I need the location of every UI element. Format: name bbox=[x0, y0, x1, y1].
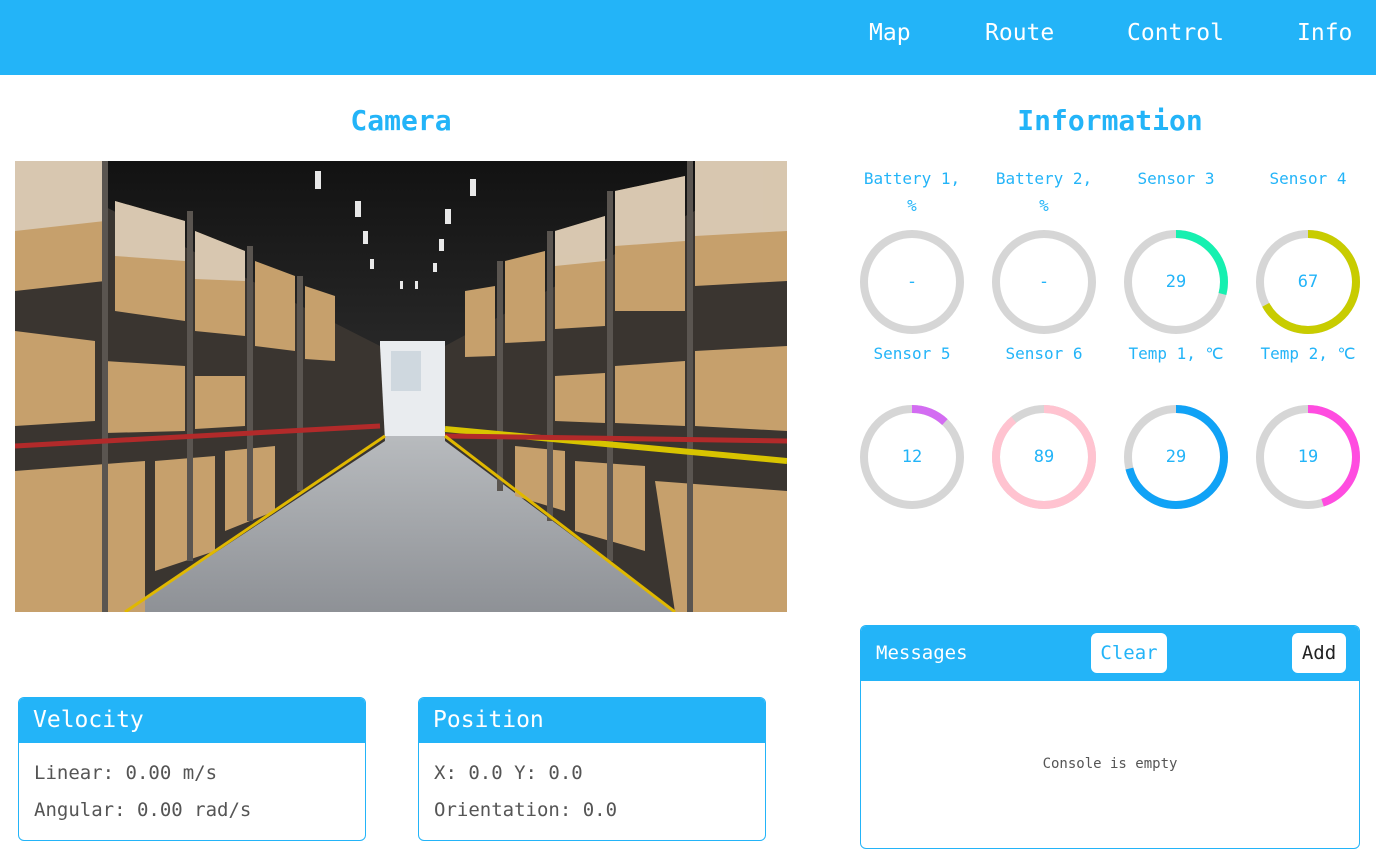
gauge-label: Battery 2,% bbox=[984, 165, 1104, 219]
nav-link-route[interactable]: Route bbox=[985, 18, 1054, 48]
gauge-label-line1: Battery 2, bbox=[995, 169, 1093, 188]
gauge: 89 bbox=[989, 402, 1099, 512]
gauge-label-line1: Temp 1, ℃ bbox=[1128, 344, 1224, 363]
gauge-label-line1: Sensor 5 bbox=[873, 344, 951, 363]
gauge-label-line2: % bbox=[907, 196, 917, 215]
messages-title: Messages bbox=[876, 642, 968, 664]
gauge-value: 19 bbox=[1297, 447, 1319, 467]
gauge-label: Temp 2, ℃ bbox=[1248, 340, 1368, 367]
gauge-value: - bbox=[1038, 272, 1050, 292]
gauge-value: 29 bbox=[1165, 447, 1187, 467]
gauge-label: Sensor 6 bbox=[984, 340, 1104, 367]
gauge-label-line1: Sensor 4 bbox=[1269, 169, 1347, 188]
gauge-label: Sensor 4 bbox=[1248, 165, 1368, 192]
messages-panel: Messages Clear Add Console is empty bbox=[860, 625, 1360, 849]
gauge: 67 bbox=[1253, 227, 1363, 337]
position-orientation: Orientation: 0.0 bbox=[434, 799, 618, 821]
gauge: 12 bbox=[857, 402, 967, 512]
camera-feed bbox=[15, 161, 787, 612]
console-empty-text: Console is empty bbox=[1042, 756, 1178, 772]
gauge-label-line1: Sensor 6 bbox=[1005, 344, 1083, 363]
top-nav-bar: Map Route Control Info bbox=[0, 0, 1376, 75]
gauge-value: 67 bbox=[1297, 272, 1319, 292]
position-title: Position bbox=[419, 698, 765, 743]
gauge-value: 12 bbox=[901, 447, 923, 467]
gauge-value: 29 bbox=[1165, 272, 1187, 292]
gauge-label-line1: Sensor 3 bbox=[1137, 169, 1215, 188]
nav-link-info[interactable]: Info bbox=[1297, 18, 1352, 48]
nav-link-map[interactable]: Map bbox=[869, 18, 911, 48]
gauge: 19 bbox=[1253, 402, 1363, 512]
gauge-label-line1: Temp 2, ℃ bbox=[1260, 344, 1356, 363]
gauge-label-line1: Battery 1, bbox=[863, 169, 961, 188]
velocity-linear: Linear: 0.00 m/s bbox=[34, 762, 218, 784]
position-xy: X: 0.0 Y: 0.0 bbox=[434, 762, 583, 784]
clear-button[interactable]: Clear bbox=[1091, 633, 1167, 673]
gauge-value: 89 bbox=[1033, 447, 1055, 467]
messages-header: Messages Clear Add bbox=[861, 626, 1359, 681]
gauge: - bbox=[857, 227, 967, 337]
gauge-label: Sensor 3 bbox=[1116, 165, 1236, 192]
gauge-label: Temp 1, ℃ bbox=[1116, 340, 1236, 367]
warehouse-image bbox=[15, 161, 787, 612]
velocity-card: Velocity Linear: 0.00 m/s Angular: 0.00 … bbox=[18, 697, 366, 841]
gauge: 29 bbox=[1121, 227, 1231, 337]
velocity-title: Velocity bbox=[19, 698, 365, 743]
position-card: Position X: 0.0 Y: 0.0 Orientation: 0.0 bbox=[418, 697, 766, 841]
camera-title: Camera bbox=[350, 104, 452, 137]
gauge-label-line2: % bbox=[1039, 196, 1049, 215]
velocity-angular: Angular: 0.00 rad/s bbox=[34, 799, 252, 821]
gauge-value: - bbox=[906, 272, 918, 292]
gauge-label: Sensor 5 bbox=[852, 340, 972, 367]
gauge: 29 bbox=[1121, 402, 1231, 512]
gauge: - bbox=[989, 227, 1099, 337]
gauge-label: Battery 1,% bbox=[852, 165, 972, 219]
information-title: Information bbox=[1017, 104, 1203, 137]
add-button[interactable]: Add bbox=[1292, 633, 1346, 673]
nav-link-control[interactable]: Control bbox=[1127, 18, 1224, 48]
